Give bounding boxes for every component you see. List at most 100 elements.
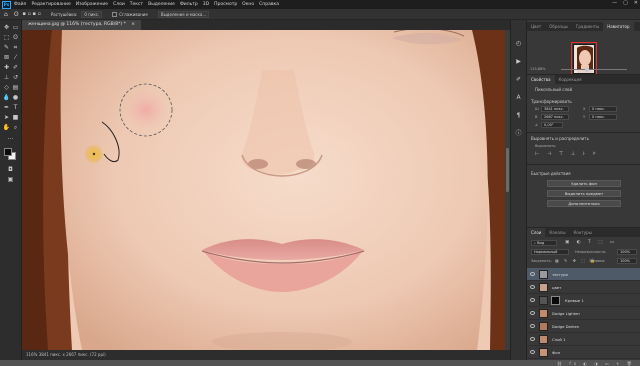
gradient-icon[interactable]: ▤ (12, 84, 19, 91)
visibility-icon[interactable] (530, 324, 535, 328)
height-field[interactable]: 2667 пикс. (541, 114, 569, 120)
y-field[interactable]: 0 пикс. (589, 114, 617, 120)
options-bar: ⌂ ʘ ▪ ▫ ▪ ▫ Растушёвка: 0 пикс. Сглажива… (0, 9, 640, 20)
tab-paths[interactable]: Контуры (569, 228, 595, 237)
shape-icon[interactable]: ■ (12, 114, 19, 121)
layer-row[interactable]: Dodge Lighten (527, 307, 640, 320)
menu-select[interactable]: Выделение (148, 2, 175, 7)
menu-window[interactable]: Окно (242, 2, 254, 7)
tab-adjustments[interactable]: Коррекция (555, 75, 586, 84)
tab-layers[interactable]: Слои (527, 228, 546, 237)
menu-image[interactable]: Изображение (76, 2, 108, 7)
quick-actions-title: Быстрые действия (531, 171, 571, 176)
select-subject-button[interactable]: Выделить предмет (547, 190, 621, 197)
feather-input[interactable]: 0 пикс. (81, 10, 103, 18)
layer-row[interactable]: Слой 1 (527, 333, 640, 346)
stamp-icon[interactable]: ⊥ (3, 74, 10, 81)
layer-row[interactable]: Кривые 1 (527, 294, 640, 307)
layer-row[interactable]: Фон (527, 346, 640, 359)
navigator-zoom-slider[interactable] (561, 67, 627, 72)
blur-icon[interactable]: 💧 (3, 94, 10, 101)
history-icon[interactable]: ◴ (515, 40, 522, 47)
move-icon[interactable]: ✥ (3, 24, 10, 31)
tab-properties[interactable]: Свойства (527, 75, 555, 84)
menu-view[interactable]: Просмотр (214, 2, 237, 7)
selection-mode-icons[interactable]: ▪ ▫ ▪ ▫ (23, 11, 41, 17)
zoom-icon[interactable]: ⌕ (12, 124, 19, 131)
width-field[interactable]: 3841 пикс. (541, 106, 569, 112)
angle-field[interactable]: 0,00° (541, 122, 563, 128)
hand-icon[interactable]: ✋ (3, 124, 10, 131)
layers-footer-icons[interactable]: ⛓ fx ◐ ◑ ▭ + 🗑 (557, 361, 635, 366)
eraser-icon[interactable]: ◇ (3, 84, 10, 91)
path-select-icon[interactable]: ➤ (3, 114, 10, 121)
layer-row[interactable]: цвет (527, 281, 640, 294)
layer-row[interactable]: Dodge Darken (527, 320, 640, 333)
remove-background-button[interactable]: Удалить фон (547, 180, 621, 187)
visibility-icon[interactable] (530, 298, 535, 302)
blend-mode-select[interactable]: Нормальный (531, 249, 569, 255)
tab-navigator[interactable]: Навигатор (603, 22, 634, 31)
eyedropper-icon[interactable]: ⁄ (12, 54, 19, 61)
menu-type[interactable]: Текст (130, 2, 143, 7)
paragraph-icon[interactable]: ¶ (515, 112, 522, 119)
document-tab[interactable]: женщина.jpg @ 116% (тестура, RGB/8*) * × (22, 20, 142, 30)
fill-field[interactable]: 100% (617, 258, 637, 264)
tab-gradients[interactable]: Градиенты (572, 22, 603, 31)
dodge-icon[interactable]: ● (12, 94, 19, 101)
visibility-icon[interactable] (530, 285, 535, 289)
tab-channels[interactable]: Каналы (545, 228, 569, 237)
quick-select-icon[interactable]: ✎ (3, 44, 10, 51)
info-icon[interactable]: ⓘ (515, 130, 522, 137)
maximize-icon[interactable]: ▢ (623, 0, 628, 6)
tab-swatches[interactable]: Образцы (545, 22, 572, 31)
healing-icon[interactable]: ✚ (3, 64, 10, 71)
artboard-icon[interactable]: ▭ (12, 24, 19, 31)
tab-color[interactable]: Цвет (527, 22, 545, 31)
history-brush-icon[interactable]: ↺ (12, 74, 19, 81)
visibility-icon[interactable] (530, 311, 535, 315)
layer-filter-icons[interactable]: ▣ ◐ T ⬚ ▭ (565, 240, 617, 245)
menu-file[interactable]: Файл (14, 2, 26, 7)
canvas[interactable] (22, 30, 510, 350)
layer-row[interactable]: тестура (527, 268, 640, 281)
foreground-color-swatch[interactable] (4, 148, 12, 156)
menu-layers[interactable]: Слои (113, 2, 125, 7)
layer-kind-filter[interactable]: ⌕ Вид (531, 240, 557, 246)
close-tab-icon[interactable]: × (131, 22, 135, 27)
menu-help[interactable]: Справка (259, 2, 279, 7)
frame-icon[interactable]: ⊠ (3, 54, 10, 61)
navigator-view-box[interactable] (571, 42, 597, 76)
lasso-icon[interactable]: ʘ (12, 34, 19, 41)
marquee-icon[interactable]: ⬚ (3, 34, 10, 41)
character-icon[interactable]: A (515, 94, 522, 101)
type-icon[interactable]: T (12, 104, 19, 111)
align-buttons[interactable]: ⊢ ⊣ ⊤ ⊥ ⊦ ⊧ (535, 151, 599, 157)
menu-filter[interactable]: Фильтр (180, 2, 198, 7)
brush-icon[interactable]: ✐ (12, 64, 19, 71)
actions-icon[interactable]: ▶ (515, 58, 522, 65)
select-and-mask-button[interactable]: Выделение и маска... (157, 10, 210, 18)
zoom-slider-handle[interactable] (585, 67, 589, 72)
minimize-icon[interactable]: — (612, 0, 617, 6)
brushes-icon[interactable]: ✐ (515, 76, 522, 83)
lasso-tool-icon[interactable]: ʘ (14, 11, 19, 18)
pen-icon[interactable]: ✒ (3, 104, 10, 111)
scroll-thumb[interactable] (506, 148, 509, 192)
antialias-checkbox[interactable] (112, 11, 118, 17)
menu-edit[interactable]: Редактирование (31, 2, 70, 7)
close-icon[interactable]: ✕ (634, 0, 638, 6)
visibility-icon[interactable] (530, 350, 535, 354)
menu-3d[interactable]: 3D (203, 2, 209, 7)
opacity-field[interactable]: 100% (617, 249, 637, 255)
more-icon[interactable]: … (7, 134, 14, 141)
visibility-icon[interactable] (530, 337, 535, 341)
screen-mode-icon[interactable]: ▣ (7, 176, 14, 183)
crop-icon[interactable]: ⌗ (12, 44, 19, 51)
more-actions-button[interactable]: Дополнительно (547, 200, 621, 207)
x-field[interactable]: 0 пикс. (589, 106, 617, 112)
quick-mask-icon[interactable]: ◘ (7, 166, 14, 173)
visibility-icon[interactable] (530, 272, 535, 276)
home-icon[interactable]: ⌂ (4, 11, 8, 18)
navigator-zoom-value[interactable]: 115,88% (530, 67, 546, 71)
